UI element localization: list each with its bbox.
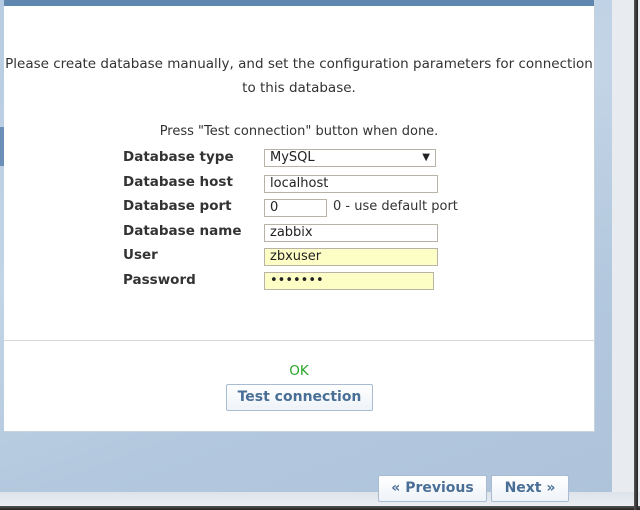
bottom-edge	[0, 506, 640, 510]
test-connection-button[interactable]: Test connection	[226, 384, 373, 411]
previous-button[interactable]: « Previous	[378, 475, 487, 502]
header-bar	[4, 0, 594, 6]
password-input[interactable]: •••••••	[264, 272, 434, 290]
intro-line-2: to this database.	[242, 80, 356, 96]
dropdown-arrow-icon: ▼	[422, 152, 430, 163]
intro-line-1: Please create database manually, and set…	[5, 56, 593, 72]
user-label: User	[123, 247, 158, 263]
section-divider	[4, 340, 594, 341]
database-host-label: Database host	[123, 174, 233, 190]
instruction-text: Press "Test connection" button when done…	[159, 124, 439, 139]
next-button[interactable]: Next »	[491, 475, 569, 502]
content-panel: Please create database manually, and set…	[4, 0, 595, 432]
user-input[interactable]: zbxuser	[264, 248, 438, 266]
database-port-label: Database port	[123, 198, 232, 214]
database-host-input[interactable]: localhost	[264, 175, 438, 193]
database-name-input[interactable]: zabbix	[264, 224, 438, 242]
right-edge	[634, 0, 638, 510]
intro-text: Please create database manually, and set…	[4, 52, 594, 100]
database-name-label: Database name	[123, 223, 242, 239]
database-type-select[interactable]: MySQL ▼	[264, 149, 436, 167]
connection-status: OK	[289, 363, 309, 379]
database-type-value: MySQL	[270, 150, 315, 165]
database-port-input[interactable]: 0	[264, 199, 327, 217]
database-type-label: Database type	[123, 149, 234, 165]
password-label: Password	[123, 272, 196, 288]
database-port-hint: 0 - use default port	[333, 199, 458, 214]
